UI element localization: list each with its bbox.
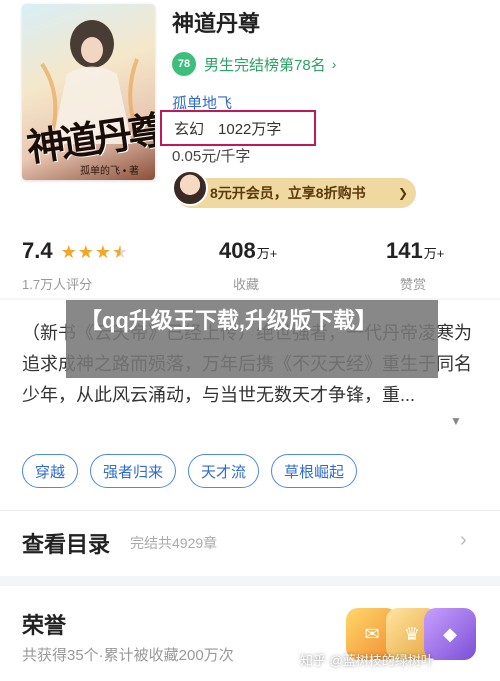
collect-stat[interactable]: 408 万+ 收藏	[219, 238, 277, 293]
book-header-card: 神道丹尊 孤单的飞 • 著 神道丹尊 78 男生完结榜第78名 › 孤单地飞 玄…	[0, 0, 500, 298]
watermark: 知乎 @蓝树枝的绿树叶	[300, 653, 434, 668]
book-stats: 7.4 ★ ★ ★ ★ 1.7万人评分 408 万+ 收藏 141 万+ 赞赏	[22, 238, 482, 298]
table-of-contents-row[interactable]: 查看目录 完结共4929章 ›	[0, 510, 500, 576]
collect-value: 408	[219, 238, 256, 263]
chevron-right-icon: ❯	[398, 186, 409, 200]
cover-author-art: 孤单的飞 • 著	[80, 166, 140, 177]
honor-subtitle: 共获得35个·累计被收藏200万次	[22, 647, 234, 664]
rating-count: 1.7万人评分	[22, 277, 93, 292]
expand-triangle-icon[interactable]: ▼	[450, 414, 462, 428]
chevron-right-icon: ›	[460, 529, 467, 551]
reward-label: 赞赏	[400, 277, 427, 292]
collect-unit: 万+	[256, 246, 278, 261]
rating-stat[interactable]: 7.4 ★ ★ ★ ★ 1.7万人评分	[22, 238, 129, 293]
rank-link[interactable]: 78 男生完结榜第78名 ›	[172, 52, 336, 76]
genre-wordcount-box: 玄幻 1022万字	[160, 110, 316, 146]
tag-list: 穿越 强者归来 天才流 草根崛起	[22, 454, 369, 488]
price-per-thousand: 0.05元/千字	[172, 148, 251, 165]
reward-value: 141	[386, 238, 423, 263]
honor-title: 荣誉	[22, 613, 67, 638]
reward-unit: 万+	[423, 246, 445, 261]
promo-avatar	[172, 170, 208, 206]
star-half-icon: ★	[112, 242, 130, 262]
rank-badge: 78	[172, 52, 196, 76]
honor-card[interactable]: 荣誉 共获得35个·累计被收藏200万次 ✉ ♛ ◆ 知乎 @蓝树枝的绿树叶	[0, 586, 500, 681]
star-icon: ★	[94, 242, 113, 262]
toc-title: 查看目录	[22, 532, 111, 557]
tag-chip[interactable]: 天才流	[188, 454, 260, 488]
collect-label: 收藏	[233, 277, 260, 292]
vip-promo-button[interactable]: 8元开会员，立享8折购书	[176, 178, 416, 208]
toc-subtitle: 完结共4929章	[130, 535, 218, 551]
tag-chip[interactable]: 穿越	[22, 454, 79, 488]
book-cover[interactable]: 神道丹尊 孤单的飞 • 著	[22, 4, 155, 180]
overlay-title-banner: 【qq升级王下载,升级版下载】	[66, 300, 438, 378]
promo-label: 8元开会员，立享8折购书	[210, 185, 366, 201]
star-icon: ★	[60, 242, 78, 262]
genre-label: 玄幻	[174, 120, 205, 138]
reward-stat[interactable]: 141 万+ 赞赏	[386, 238, 444, 293]
book-title: 神道丹尊	[172, 11, 261, 36]
rank-text: 男生完结榜第78名	[204, 56, 326, 74]
rating-stars: ★ ★ ★ ★	[61, 242, 130, 263]
chevron-right-icon: ›	[331, 56, 337, 72]
tag-chip[interactable]: 草根崛起	[271, 454, 358, 488]
tag-chip[interactable]: 强者归来	[90, 454, 177, 488]
word-count: 1022万字	[218, 120, 282, 138]
star-icon: ★	[77, 242, 95, 262]
rating-value: 7.4	[22, 238, 53, 263]
